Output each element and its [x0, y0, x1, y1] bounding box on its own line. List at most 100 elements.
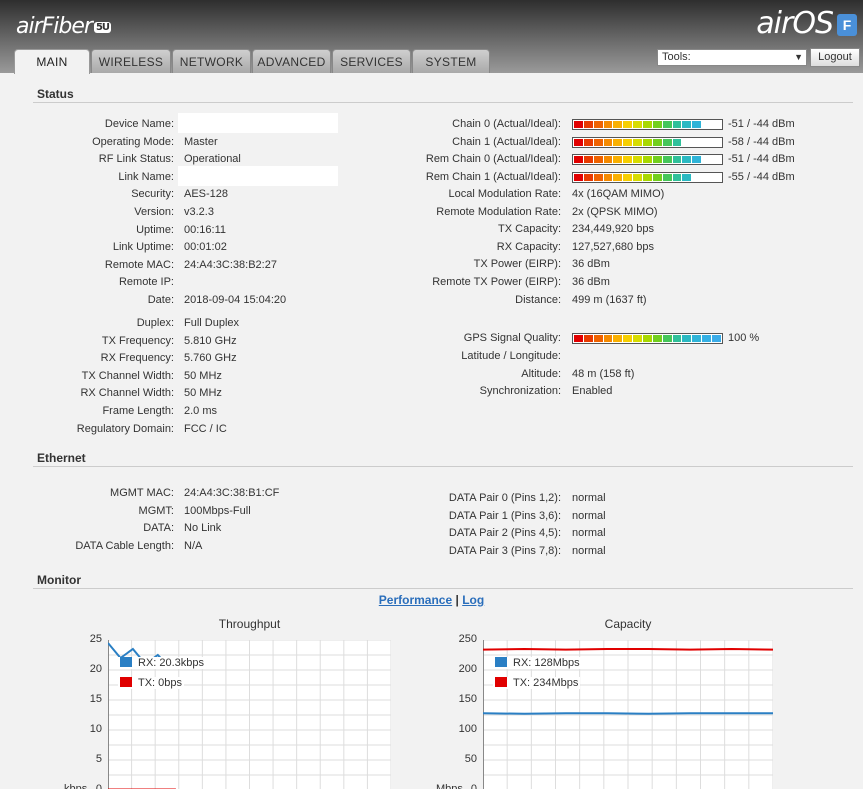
status-divider: [33, 102, 853, 103]
status-frame-length: Frame Length: 2.0 ms: [0, 404, 863, 419]
gps-meter: [572, 333, 723, 344]
y-tick-label: 25: [89, 633, 102, 645]
chevron-down-icon: ▼: [794, 52, 803, 62]
status-altitude: Altitude: 48 m (158 ft): [0, 367, 863, 382]
eth-data-pair-0-pins-1-2-value: normal: [572, 492, 606, 504]
status-rem-chain-0-actual-ideal: Rem Chain 0 (Actual/Ideal): -51 / -44 dBm: [0, 152, 863, 167]
legend-swatch: [120, 677, 132, 687]
status-latitude-longitude: Latitude / Longitude:: [0, 349, 863, 364]
status-distance: Distance: 499 m (1637 ft): [0, 293, 863, 308]
chart-title-throughput: Throughput: [218, 617, 281, 631]
status-local-modulation-rate-value: 4x (16QAM MIMO): [572, 188, 665, 200]
tab-main[interactable]: MAIN: [14, 49, 90, 74]
tab-services[interactable]: SERVICES: [332, 49, 411, 73]
y-tick-label: 15: [89, 693, 102, 705]
legend-rx-20-3kbps: RX: 20.3kbps: [118, 657, 207, 669]
status-remote-tx-power-eirp-value: 36 dBm: [572, 276, 610, 288]
eth-data-pair-3-pins-7-8: DATA Pair 3 (Pins 7,8): normal: [0, 544, 863, 559]
legend-text: RX: 20.3kbps: [138, 657, 205, 669]
airos-logo: airOS: [756, 6, 834, 41]
signal-meter: [572, 119, 723, 130]
status-chain-1-actual-ideal: Chain 1 (Actual/Ideal): -58 / -44 dBm: [0, 135, 863, 150]
tab-wireless[interactable]: WIRELESS: [91, 49, 171, 73]
y-tick-label: 50: [464, 753, 477, 765]
status-duplex: Duplex: Full Duplex: [0, 316, 863, 331]
y-axis-label: kbps: [64, 783, 88, 789]
series-line-tx-234mbps: [483, 647, 773, 651]
airos-badge: F: [837, 14, 857, 36]
status-remote-tx-power-eirp: Remote TX Power (EIRP): 36 dBm: [0, 275, 863, 290]
chart-title-capacity: Capacity: [604, 617, 652, 631]
y-axis-label: Mbps: [436, 783, 463, 789]
signal-meter: [572, 136, 723, 148]
y-tick-label: 200: [458, 663, 477, 675]
chain-label: Chain 1 (Actual/Ideal):: [452, 135, 561, 148]
logout-button[interactable]: Logout: [810, 48, 860, 67]
chain-label: Chain 0 (Actual/Ideal):: [452, 118, 561, 130]
log-link[interactable]: Log: [462, 593, 484, 607]
status-tx-power-eirp-label: TX Power (EIRP):: [473, 258, 561, 271]
status-gps-signal-quality: GPS Signal Quality: 100 %: [0, 331, 863, 346]
status-altitude-label: Altitude:: [521, 367, 561, 380]
eth-data-pair-3-pins-7-8-label: DATA Pair 3 (Pins 7,8):: [448, 544, 561, 557]
eth-data-pair-1-pins-3-6-value: normal: [572, 509, 606, 522]
legend-text: TX: 0bps: [138, 677, 183, 689]
status-distance-label: Distance:: [515, 293, 561, 306]
status-rem-chain-1-actual-ideal: Rem Chain 1 (Actual/Ideal): -55 / -44 dBm: [0, 170, 863, 185]
status-tx-power-eirp: TX Power (EIRP): 36 dBm: [0, 257, 863, 272]
chain-value: -55 / -44 dBm: [728, 170, 795, 183]
legend-swatch: [120, 657, 132, 667]
chain-value: -51 / -44 dBm: [728, 118, 795, 130]
status-chain-0-actual-ideal: Chain 0 (Actual/Ideal): -51 / -44 dBm: [0, 117, 863, 132]
status-remote-modulation-rate: Remote Modulation Rate: 2x (QPSK MIMO): [0, 205, 863, 220]
y-tick-label: 150: [458, 693, 477, 705]
eth-data-pair-1-pins-3-6-label: DATA Pair 1 (Pins 3,6):: [448, 509, 561, 522]
monitor-divider: [33, 588, 853, 589]
status-synchronization-value: Enabled: [572, 385, 613, 398]
chain-label: Rem Chain 0 (Actual/Ideal):: [425, 153, 561, 166]
tab-advanced[interactable]: ADVANCED: [252, 49, 331, 73]
legend-text: RX: 128Mbps: [513, 657, 580, 669]
legend-text: TX: 234Mbps: [513, 677, 579, 689]
ethernet-section-title: Ethernet: [37, 451, 86, 465]
status-rx-capacity: RX Capacity: 127,527,680 bps: [0, 240, 863, 255]
status-regulatory-domain-label: Regulatory Domain:: [76, 422, 174, 435]
tools-dropdown[interactable]: Tools: ▼: [657, 49, 807, 66]
eth-data-pair-2-pins-4-5-label: DATA Pair 2 (Pins 4,5):: [448, 527, 561, 540]
y-tick-label: 250: [458, 633, 477, 645]
gps-label: GPS Signal Quality:: [463, 332, 561, 344]
tab-system[interactable]: SYSTEM: [412, 49, 490, 73]
eth-data-pair-2-pins-4-5: DATA Pair 2 (Pins 4,5): normal: [0, 526, 863, 541]
eth-data-pair-3-pins-7-8-value: normal: [572, 544, 606, 557]
status-frame-length-label: Frame Length:: [102, 405, 174, 417]
eth-data-pair-2-pins-4-5-value: normal: [572, 527, 606, 540]
status-remote-modulation-rate-label: Remote Modulation Rate:: [436, 205, 561, 218]
status-tx-capacity-label: TX Capacity:: [498, 223, 561, 236]
status-duplex-value: Full Duplex: [184, 317, 240, 329]
status-remote-tx-power-eirp-label: Remote TX Power (EIRP):: [432, 276, 561, 288]
monitor-links: Performance | Log: [0, 593, 863, 607]
status-distance-value: 499 m (1637 ft): [572, 293, 647, 306]
y-tick-label: 5: [95, 753, 102, 765]
y-tick-label: 100: [458, 723, 477, 735]
status-regulatory-domain: Regulatory Domain: FCC / IC: [0, 422, 863, 437]
airfiber-logo: airFiber 5U: [16, 14, 112, 39]
status-synchronization-label: Synchronization:: [479, 385, 561, 398]
status-remote-modulation-rate-value: 2x (QPSK MIMO): [572, 205, 658, 218]
ethernet-divider: [33, 466, 853, 467]
status-rx-capacity-value: 127,527,680 bps: [572, 240, 654, 253]
legend-rx-128mbps: RX: 128Mbps: [493, 657, 582, 669]
tab-network[interactable]: NETWORK: [172, 49, 251, 73]
monitor-section-title: Monitor: [37, 573, 81, 587]
performance-link[interactable]: Performance: [379, 593, 452, 607]
main-content: Status Device Name: Operating Mode: Master…: [0, 73, 863, 789]
chain-value: -51 / -44 dBm: [728, 153, 795, 166]
signal-meter: [572, 171, 723, 183]
y-tick-label: 10: [89, 723, 102, 735]
status-latitude-longitude-label: Latitude / Longitude:: [461, 350, 561, 362]
chain-label: Rem Chain 1 (Actual/Ideal):: [425, 170, 561, 183]
status-frame-length-value: 2.0 ms: [184, 405, 218, 417]
eth-data-pair-0-pins-1-2: DATA Pair 0 (Pins 1,2): normal: [0, 491, 863, 506]
legend-tx-0bps: TX: 0bps: [118, 677, 185, 689]
link-separator: |: [455, 593, 459, 607]
